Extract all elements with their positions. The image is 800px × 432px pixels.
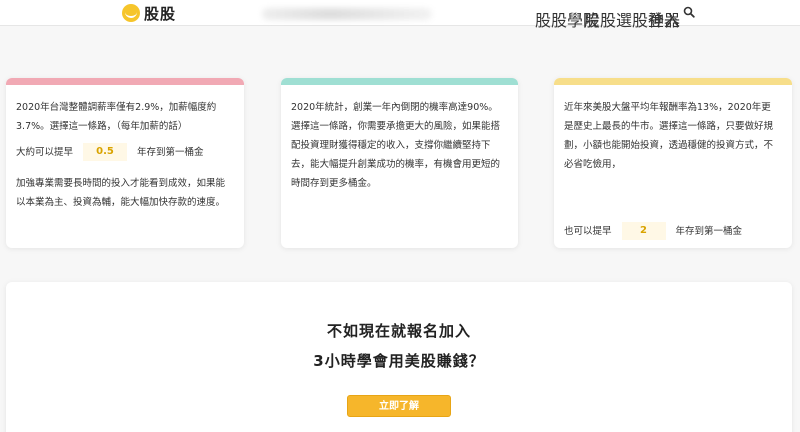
year-suffix: 年存到第一桶金 bbox=[675, 225, 743, 237]
nav-item-login[interactable]: 登入 bbox=[648, 7, 680, 31]
year-suffix: 年存到第一桶金 bbox=[137, 146, 204, 158]
card-accent-bar bbox=[281, 78, 518, 85]
card-text: 2020年統計，創業一年內倒閉的機率高達90%。選擇這一條路，你需要承擔更大的風… bbox=[291, 102, 501, 189]
logo[interactable]: 股股 bbox=[122, 2, 176, 24]
year-value: 0.5 bbox=[83, 143, 128, 161]
card-salary-raise: 2020年台灣整體調薪率僅有2.9%，加薪幅度約3.7%。選擇這一條路，（每年加… bbox=[6, 78, 244, 248]
year-prefix: 也可以提早 bbox=[564, 225, 612, 237]
year-row: 也可以提早 2 年存到第一桶金 bbox=[564, 221, 742, 241]
year-value: 2 bbox=[621, 222, 666, 240]
cta-section: 不如現在就報名加入 3小時學會用美股賺錢？ 立即了解 bbox=[6, 282, 792, 432]
card-us-stocks: 近年來美股大盤平均年報酬率為13%，2020年更是歷史上最長的牛市。選擇這一條路… bbox=[554, 78, 792, 248]
card-accent-bar bbox=[554, 78, 792, 85]
year-prefix: 大約可以提早 bbox=[16, 146, 74, 158]
card-text: 近年來美股大盤平均年報酬率為13%，2020年更是歷史上最長的牛市。選擇這一條路… bbox=[564, 102, 774, 170]
card-text-secondary: 加強專業需要長時間的投入才能看到成效，如果能以本業為主、投資為輔，能大幅加快存款… bbox=[16, 178, 226, 208]
logo-icon bbox=[122, 4, 140, 22]
card-text: 2020年台灣整體調薪率僅有2.9%，加薪幅度約3.7%。選擇這一條路，（每年加… bbox=[16, 102, 217, 132]
site-header: 股股 股股學院 股股選股神器 登入 bbox=[0, 0, 800, 30]
card-accent-bar bbox=[6, 78, 244, 85]
logo-text: 股股 bbox=[144, 4, 177, 23]
year-row: 大約可以提早 0.5 年存到第一桶金 bbox=[16, 142, 232, 162]
search-icon[interactable] bbox=[683, 6, 695, 18]
cta-heading-line1: 不如現在就報名加入 bbox=[326, 322, 471, 340]
cta-heading-line2: 3小時學會用美股賺錢？ bbox=[313, 352, 485, 370]
learn-more-button[interactable]: 立即了解 bbox=[347, 395, 451, 417]
card-startup: 2020年統計，創業一年內倒閉的機率高達90%。選擇這一條路，你需要承擔更大的風… bbox=[281, 78, 518, 248]
blurred-banner bbox=[262, 8, 432, 20]
